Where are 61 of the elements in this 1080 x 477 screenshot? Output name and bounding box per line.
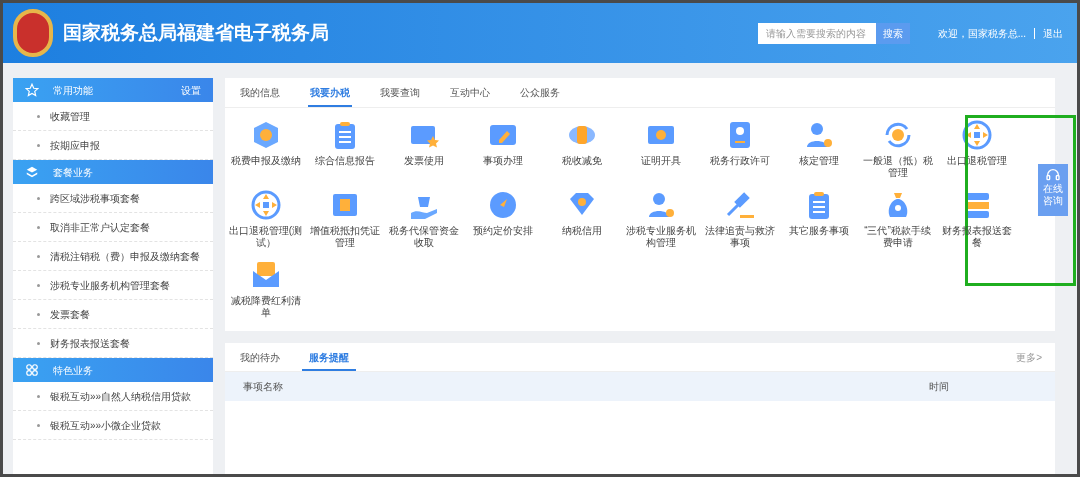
sidebar-item[interactable]: 取消非正常户认定套餐 xyxy=(50,219,150,235)
bullet-icon xyxy=(37,143,40,147)
tab[interactable]: 我要办税 xyxy=(308,80,352,107)
sidebar-item[interactable]: 财务报表报送套餐 xyxy=(50,335,130,351)
tab[interactable]: 我的待办 xyxy=(238,345,282,371)
sidebar-item[interactable]: 清税注销税（费）申报及缴纳套餐 xyxy=(50,248,200,264)
section-title: 套餐业务 xyxy=(53,165,93,180)
site-title: 国家税务总局福建省电子税务局 xyxy=(63,20,329,45)
service-item[interactable]: 核定管理 xyxy=(779,119,858,185)
tab[interactable]: 我的信息 xyxy=(238,80,282,107)
column-header: 事项名称 xyxy=(243,380,283,394)
service-item[interactable]: 发票使用 xyxy=(384,119,463,185)
tab[interactable]: 我要查询 xyxy=(378,80,422,107)
globe-icon xyxy=(249,189,282,221)
service-item[interactable]: 纳税信用 xyxy=(542,189,621,255)
service-item[interactable]: 涉税专业服务机构管理 xyxy=(621,189,700,255)
service-item[interactable]: 法律追责与救济事项 xyxy=(700,189,779,255)
sidebar-item[interactable]: 收藏管理 xyxy=(50,108,90,124)
emblem-icon xyxy=(13,9,53,57)
bullet-icon xyxy=(37,394,40,398)
service-item[interactable]: 增值税抵扣凭证管理 xyxy=(305,189,384,255)
section-title: 特色业务 xyxy=(53,363,93,378)
bullet-icon xyxy=(37,341,40,345)
star-icon xyxy=(25,83,39,97)
globe-icon xyxy=(960,119,993,151)
bullet-icon xyxy=(37,225,40,229)
search-field[interactable]: 请输入需要搜索的内容 xyxy=(757,22,876,44)
service-item[interactable]: 一般退（抵）税管理 xyxy=(858,119,937,185)
section-title: 常用功能 xyxy=(53,83,93,98)
bullet-icon xyxy=(37,312,40,316)
service-item[interactable]: 其它服务事项 xyxy=(779,189,858,255)
service-item[interactable]: 出口退税管理(测试） xyxy=(226,189,305,255)
service-item[interactable]: 税费申报及缴纳 xyxy=(226,119,305,185)
sidebar-item[interactable]: 按期应申报 xyxy=(50,137,100,153)
sidebar-item[interactable]: 银税互动»»小微企业贷款 xyxy=(50,417,162,433)
sidebar-item[interactable]: 跨区域涉税事项套餐 xyxy=(50,190,140,206)
service-item[interactable]: 税务代保管资金收取 xyxy=(384,189,463,255)
grid-icon xyxy=(25,363,39,377)
service-item[interactable]: 综合信息报告 xyxy=(305,119,384,185)
bullet-icon xyxy=(37,423,40,427)
bullet-icon xyxy=(37,283,40,287)
bullet-icon xyxy=(37,254,40,258)
sidebar-item[interactable]: 银税互动»»自然人纳税信用贷款 xyxy=(50,388,192,404)
service-item[interactable]: 减税降费红利清单 xyxy=(226,259,305,325)
service-item[interactable]: 税收减免 xyxy=(542,119,621,185)
settings-link[interactable]: 设置 xyxy=(181,82,201,98)
welcome-text: 欢迎，国家税务总... xyxy=(937,26,1026,41)
service-item[interactable]: 税务行政许可 xyxy=(700,119,779,185)
sidebar-item[interactable]: 涉税专业服务机构管理套餐 xyxy=(50,277,170,293)
service-item[interactable]: 预约定价安排 xyxy=(463,189,542,255)
layers-icon xyxy=(25,165,39,179)
service-item[interactable]: 证明开具 xyxy=(621,119,700,185)
service-item[interactable]: “三代”税款手续费申请 xyxy=(858,189,937,255)
tab[interactable]: 互动中心 xyxy=(448,80,492,107)
tab[interactable]: 公众服务 xyxy=(518,80,562,107)
bullet-icon xyxy=(37,196,40,200)
column-header: 时间 xyxy=(929,380,949,394)
headset-icon xyxy=(1045,167,1061,183)
bullet-icon xyxy=(37,114,40,118)
sidebar-item[interactable]: 发票套餐 xyxy=(50,306,90,322)
service-item[interactable]: 事项办理 xyxy=(463,119,542,185)
